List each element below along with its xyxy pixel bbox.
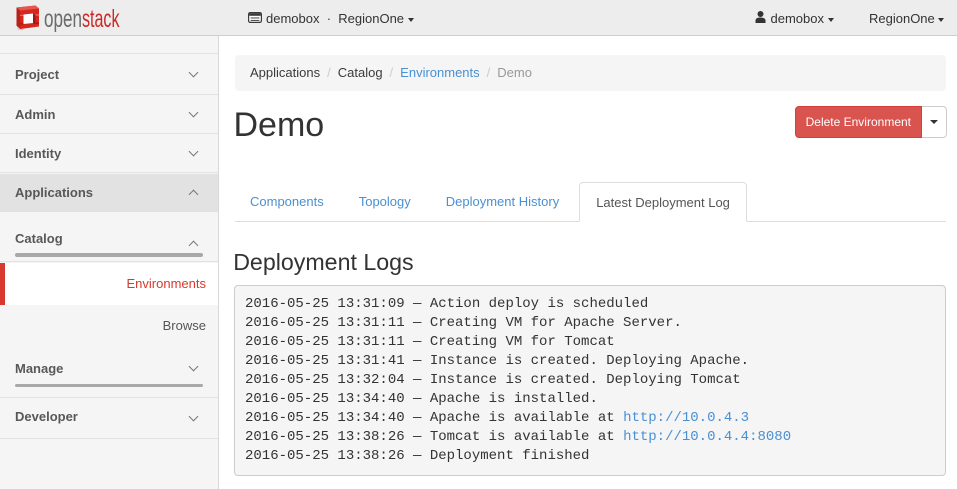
svg-text:openstack: openstack	[44, 5, 120, 33]
